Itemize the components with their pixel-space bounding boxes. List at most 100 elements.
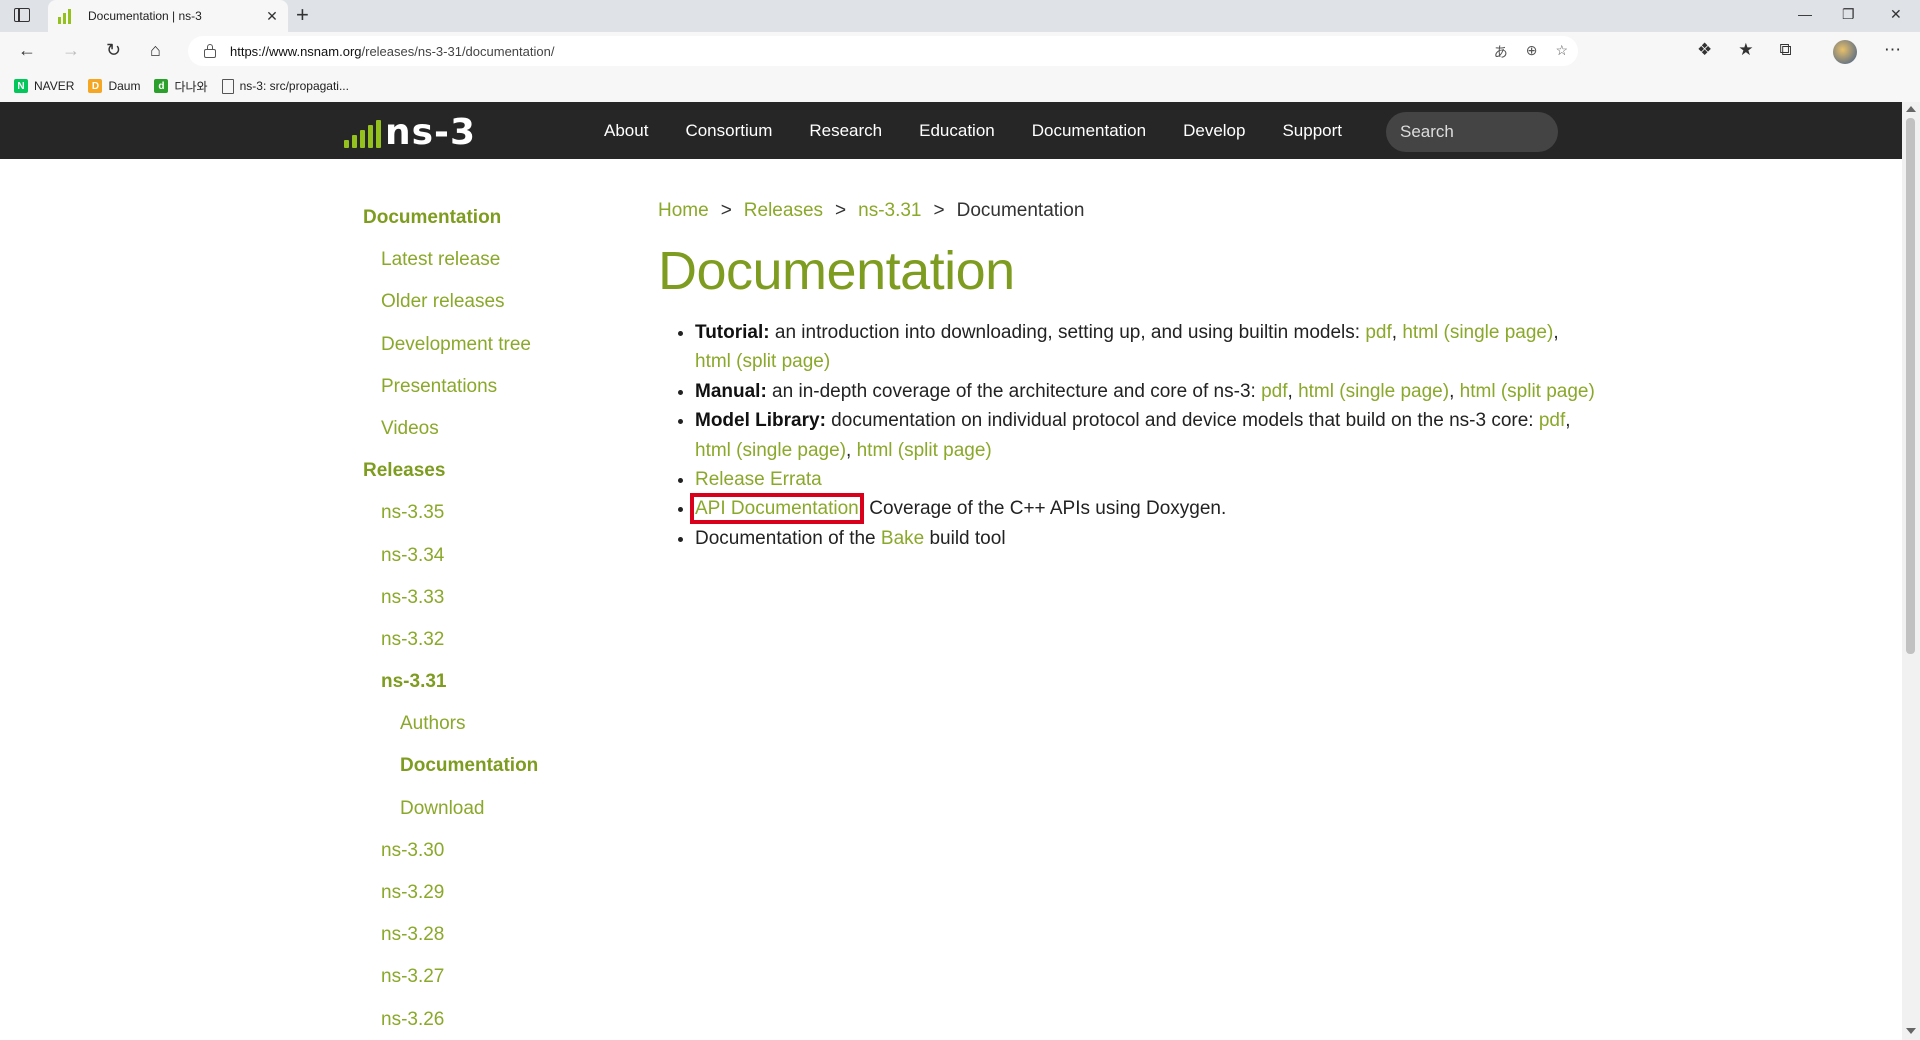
bookmarks-bar: N NAVER D Daum d 다나와 ns-3: src/propagati... xyxy=(0,70,1920,103)
breadcrumb-releases[interactable]: Releases xyxy=(744,200,823,221)
profile-avatar[interactable] xyxy=(1833,40,1857,64)
nav-education[interactable]: Education xyxy=(919,121,995,141)
separator: , xyxy=(1449,380,1460,402)
nav-research[interactable]: Research xyxy=(809,121,882,141)
sidebar-heading-releases[interactable]: Releases xyxy=(363,460,445,482)
manual-description: an in-depth coverage of the architecture… xyxy=(766,380,1262,402)
sidebar-item-ns-3-26[interactable]: ns-3.26 xyxy=(381,1009,444,1031)
model-library-html-single-link[interactable]: html (single page) xyxy=(695,440,846,461)
sidebar-item-ns-3-32[interactable]: ns-3.32 xyxy=(381,629,444,651)
breadcrumb-home[interactable]: Home xyxy=(658,200,709,221)
scroll-up-icon[interactable] xyxy=(1906,106,1916,112)
favorite-add-icon[interactable]: ☆ xyxy=(1555,42,1568,62)
search-input[interactable]: Search xyxy=(1386,112,1558,152)
sidebar-item-ns-3-29[interactable]: ns-3.29 xyxy=(381,882,444,904)
restore-icon[interactable]: ❐ xyxy=(1842,6,1855,23)
bake-suffix: build tool xyxy=(924,527,1006,549)
page-scrollbar[interactable] xyxy=(1902,102,1920,1040)
model-library-pdf-link[interactable]: pdf xyxy=(1539,410,1565,431)
browser-tab[interactable]: Documentation | ns-3 ✕ xyxy=(48,0,288,32)
bookmark-label: 다나와 xyxy=(174,79,208,94)
list-item-model-library: Model Library: documentation on individu… xyxy=(695,406,1595,465)
sidebar-item-ns-3-35[interactable]: ns-3.35 xyxy=(381,502,444,524)
api-documentation-description: : Coverage of the C++ APIs using Doxygen… xyxy=(858,498,1227,520)
zoom-icon[interactable]: ⊕ xyxy=(1526,42,1538,62)
breadcrumb-ns-3-31[interactable]: ns-3.31 xyxy=(858,200,921,221)
nav-consortium[interactable]: Consortium xyxy=(685,121,772,141)
extensions-icon[interactable]: ❖ xyxy=(1697,40,1712,60)
reload-icon[interactable]: ↻ xyxy=(106,40,121,60)
manual-html-split-link[interactable]: html (split page) xyxy=(1460,381,1595,402)
favorites-icon[interactable]: ★ xyxy=(1738,40,1753,60)
ns3-logo[interactable]: ns-3 xyxy=(344,115,476,151)
bookmark-danawa[interactable]: d 다나와 xyxy=(154,78,208,95)
daum-icon: D xyxy=(88,79,103,93)
nav-support[interactable]: Support xyxy=(1282,121,1342,141)
breadcrumb-separator: > xyxy=(835,200,847,221)
bake-prefix: Documentation of the xyxy=(695,527,881,549)
minimize-icon[interactable]: — xyxy=(1798,6,1812,22)
read-aloud-icon[interactable]: あ xyxy=(1494,42,1508,62)
tutorial-html-split-link[interactable]: html (split page) xyxy=(695,351,830,372)
list-item-tutorial: Tutorial: an introduction into downloadi… xyxy=(695,318,1595,377)
breadcrumb-current: Documentation xyxy=(956,200,1085,221)
sidebar-subitem-authors[interactable]: Authors xyxy=(400,713,465,735)
api-documentation-link[interactable]: API Documentation xyxy=(690,493,864,525)
separator: , xyxy=(846,439,857,461)
separator: , xyxy=(1287,380,1299,402)
manual-html-single-link[interactable]: html (single page) xyxy=(1298,381,1449,402)
address-bar[interactable]: https://www.nsnam.org/releases/ns-3-31/d… xyxy=(188,36,1578,66)
sidebar-heading-documentation[interactable]: Documentation xyxy=(363,207,501,229)
sidebar-item-ns-3-27[interactable]: ns-3.27 xyxy=(381,966,444,988)
separator: , xyxy=(1391,322,1403,343)
tutorial-html-single-link[interactable]: html (single page) xyxy=(1402,322,1553,343)
separator: , xyxy=(1565,410,1571,432)
sidebar-item-presentations[interactable]: Presentations xyxy=(381,376,497,398)
sidebar-item-ns-3-31[interactable]: ns-3.31 xyxy=(381,671,446,693)
nav-documentation[interactable]: Documentation xyxy=(1032,121,1146,141)
sidebar-item-ns-3-30[interactable]: ns-3.30 xyxy=(381,840,444,862)
bake-link[interactable]: Bake xyxy=(881,528,924,549)
bookmark-naver[interactable]: N NAVER xyxy=(14,79,74,93)
home-icon[interactable]: ⌂ xyxy=(150,40,161,60)
bookmark-daum[interactable]: D Daum xyxy=(88,79,140,93)
sidebar-item-ns-3-33[interactable]: ns-3.33 xyxy=(381,587,444,609)
forward-icon[interactable]: → xyxy=(62,40,80,60)
nav-about[interactable]: About xyxy=(604,121,648,141)
tutorial-label: Tutorial: xyxy=(695,322,770,343)
scrollbar-thumb[interactable] xyxy=(1906,118,1915,654)
tutorial-description: an introduction into downloading, settin… xyxy=(769,322,1366,343)
manual-label: Manual: xyxy=(695,380,767,402)
collections-icon[interactable]: ⧉ xyxy=(1780,40,1792,60)
manual-pdf-link[interactable]: pdf xyxy=(1261,381,1287,402)
scroll-down-icon[interactable] xyxy=(1906,1028,1916,1034)
sidebar-item-ns-3-34[interactable]: ns-3.34 xyxy=(381,545,444,567)
page-icon xyxy=(221,78,234,94)
naver-icon: N xyxy=(14,79,28,93)
nav-develop[interactable]: Develop xyxy=(1183,121,1245,141)
tab-close-icon[interactable]: ✕ xyxy=(262,8,282,25)
sidebar-item-older-releases[interactable]: Older releases xyxy=(381,291,505,313)
tutorial-pdf-link[interactable]: pdf xyxy=(1365,322,1391,343)
site-header: ns-3 About Consortium Research Education… xyxy=(0,102,1902,159)
list-item-bake: Documentation of the Bake build tool xyxy=(695,524,1595,553)
new-tab-icon[interactable]: + xyxy=(296,4,309,26)
release-errata-link[interactable]: Release Errata xyxy=(695,469,822,490)
sidebar-subitem-download[interactable]: Download xyxy=(400,798,485,820)
window-close-icon[interactable]: ✕ xyxy=(1890,6,1902,23)
model-library-html-split-link[interactable]: html (split page) xyxy=(857,440,992,461)
more-menu-icon[interactable]: ⋯ xyxy=(1884,40,1901,60)
breadcrumb: Home > Releases > ns-3.31 > Documentation xyxy=(658,200,1084,222)
sidebar-item-videos[interactable]: Videos xyxy=(381,418,439,440)
tab-title: Documentation | ns-3 xyxy=(88,9,202,23)
list-item-manual: Manual: an in-depth coverage of the arch… xyxy=(695,377,1595,406)
tab-actions-icon[interactable] xyxy=(14,8,30,22)
back-icon[interactable]: ← xyxy=(18,40,36,60)
browser-tab-strip: Documentation | ns-3 ✕ + — ❐ ✕ xyxy=(0,0,1920,32)
sidebar-item-development-tree[interactable]: Development tree xyxy=(381,334,531,356)
bookmark-ns3-propagation[interactable]: ns-3: src/propagati... xyxy=(221,78,349,94)
sidebar-subitem-documentation[interactable]: Documentation xyxy=(400,755,538,777)
ns3-favicon-icon xyxy=(58,8,74,24)
sidebar-item-ns-3-28[interactable]: ns-3.28 xyxy=(381,924,444,946)
sidebar-item-latest-release[interactable]: Latest release xyxy=(381,249,500,271)
